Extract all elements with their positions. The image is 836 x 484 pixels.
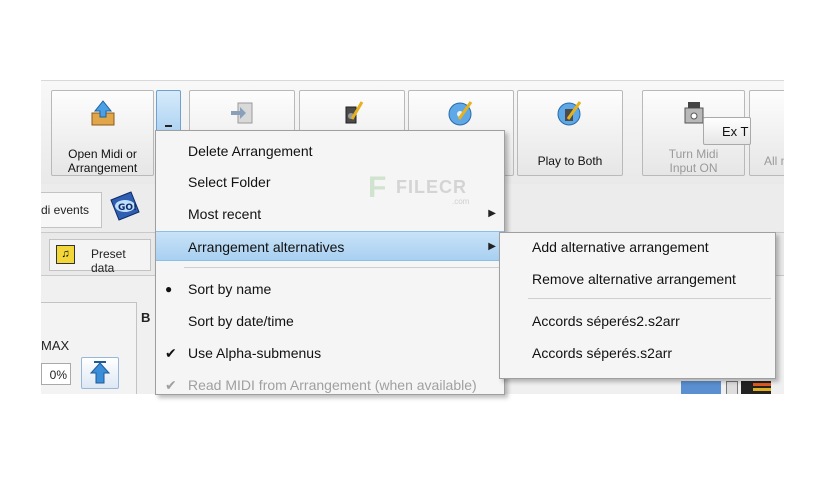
ext-button-label: Ex T [722, 124, 749, 139]
watermark-text: FILECR [396, 177, 467, 197]
go-icon[interactable]: GO! [107, 190, 141, 224]
submenu-item-accords-1[interactable]: Accords séperés.s2arr [532, 345, 672, 361]
radio-dot-icon: ● [165, 282, 173, 296]
menu-item-label: Delete Arrangement [188, 143, 313, 159]
checkmark-icon: ✔ [165, 377, 177, 393]
menu-item-arrangement-alternatives[interactable]: Arrangement alternatives ▶ [156, 231, 504, 261]
submenu-item-accords-2[interactable]: Accords séperés2.s2arr [532, 313, 680, 329]
svg-text:GO!: GO! [118, 203, 137, 213]
music-note-icon: ♫ [56, 245, 75, 264]
open-dropdown-menu: Delete Arrangement Select Folder Most re… [155, 130, 505, 395]
menu-item-sort-by-name[interactable]: ● Sort by name [156, 274, 504, 304]
submenu-arrow-icon: ▶ [488, 208, 496, 219]
all-notes-label: All n [764, 154, 784, 168]
play-to-both-button[interactable]: Play to Both [517, 90, 623, 176]
open-label-line1: Open Midi or [68, 147, 137, 161]
move-up-button[interactable] [81, 357, 119, 389]
up-arrow-icon [89, 361, 111, 384]
menu-item-label: Most recent [188, 206, 262, 222]
menu-item-sort-by-date[interactable]: Sort by date/time [156, 306, 504, 336]
midi-events-tab-label: di events [41, 203, 90, 217]
submenu-separator [528, 298, 771, 299]
ext-button[interactable]: Ex T [703, 117, 751, 145]
menu-item-label: Sort by name [188, 281, 272, 297]
filecr-watermark: F FILECR .com [368, 171, 478, 207]
open-midi-button[interactable]: Open Midi or Arrangement [51, 90, 154, 176]
all-notes-button[interactable]: All n [749, 90, 784, 176]
right-meter-strip [681, 381, 784, 394]
max-label: MAX [41, 338, 70, 353]
turn-midi-line1: Turn Midi [668, 147, 719, 161]
turn-midi-line2: Input ON [669, 161, 718, 175]
watermark-sub: .com [452, 197, 470, 206]
preset-data-tab[interactable]: ♫ Preset data [49, 239, 151, 275]
checkmark-icon: ✔ [165, 345, 177, 361]
open-folder-icon [91, 100, 114, 126]
play-to-both-label: Play to Both [537, 154, 603, 168]
submenu-item-remove-alternative[interactable]: Remove alternative arrangement [532, 271, 736, 287]
submenu-arrow-icon: ▶ [488, 241, 496, 252]
cd-pen-icon [448, 101, 473, 126]
menu-item-use-alpha-submenus[interactable]: ✔ Use Alpha-submenus [156, 338, 504, 368]
speaker-pen-icon [345, 101, 364, 124]
arrangement-alternatives-submenu: Add alternative arrangement Remove alter… [499, 232, 776, 379]
preset-data-label: Preset data [91, 247, 126, 275]
menu-item-label: Select Folder [188, 174, 271, 190]
left-mixer-panel: MAX 0% [41, 302, 137, 394]
menu-item-read-midi[interactable]: ✔ Read MIDI from Arrangement (when avail… [156, 370, 504, 394]
import-arrow-icon [231, 102, 253, 124]
menu-item-delete-arrangement[interactable]: Delete Arrangement [156, 136, 504, 166]
watermark-f-icon: F [368, 171, 387, 204]
open-label-line2: Arrangement [67, 161, 138, 175]
menu-item-label: Sort by date/time [188, 313, 294, 329]
menu-separator [184, 267, 500, 268]
menu-item-label: Arrangement alternatives [188, 239, 345, 255]
percent-field[interactable]: 0% [41, 363, 71, 385]
midi-events-tab[interactable]: di events [41, 192, 102, 228]
column-b-label: B [141, 310, 151, 325]
dropdown-arrow-icon [165, 125, 172, 127]
submenu-item-add-alternative[interactable]: Add alternative arrangement [532, 239, 709, 255]
menu-item-label: Use Alpha-submenus [188, 345, 322, 361]
menu-item-label: Read MIDI from Arrangement (when availab… [188, 377, 477, 393]
cd-speaker-pen-icon [557, 101, 582, 126]
